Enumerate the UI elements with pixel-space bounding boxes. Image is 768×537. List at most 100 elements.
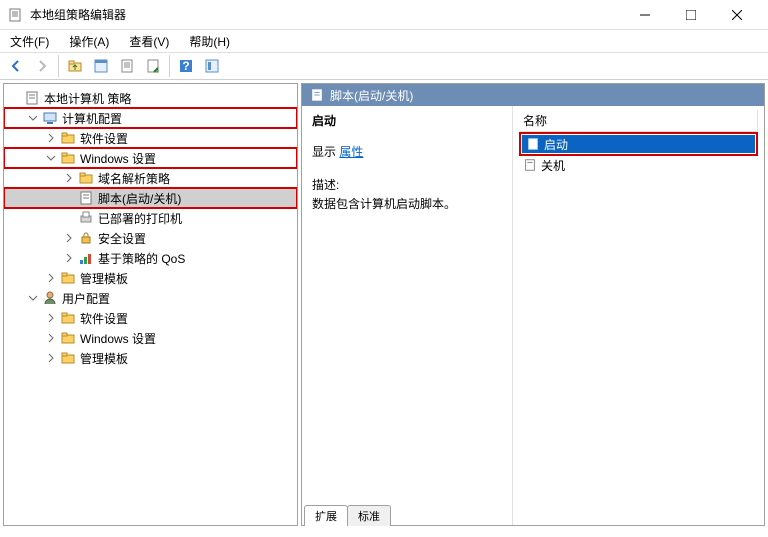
expander-icon: [62, 191, 76, 205]
tree-label: 计算机配置: [62, 110, 122, 127]
details-left-pane: 启动 显示 属性 描述: 数据包含计算机启动脚本。: [302, 106, 512, 525]
column-name[interactable]: 名称: [519, 110, 758, 131]
up-one-level-button[interactable]: [63, 54, 87, 78]
expander-closed-icon[interactable]: [62, 171, 76, 185]
close-button[interactable]: [714, 0, 760, 30]
properties-button[interactable]: [115, 54, 139, 78]
forward-button[interactable]: [30, 54, 54, 78]
filter-button[interactable]: [200, 54, 224, 78]
expander-icon: [62, 211, 76, 225]
expander-closed-icon[interactable]: [44, 311, 58, 325]
tree-root[interactable]: 本地计算机 策略: [4, 88, 297, 108]
folder-icon: [60, 330, 76, 346]
show-hide-tree-button[interactable]: [89, 54, 113, 78]
svg-text:?: ?: [182, 59, 189, 73]
app-icon: [8, 7, 24, 23]
menu-help[interactable]: 帮助(H): [185, 31, 234, 52]
toolbar-separator: [58, 55, 59, 77]
tree-label: Windows 设置: [80, 150, 156, 167]
folder-icon: [60, 310, 76, 326]
expander-closed-icon[interactable]: [44, 351, 58, 365]
expander-icon[interactable]: [8, 91, 22, 105]
tree-label: 安全设置: [98, 230, 146, 247]
tree-admin-templates-user[interactable]: 管理模板: [4, 348, 297, 368]
expander-closed-icon[interactable]: [44, 271, 58, 285]
window-controls: [622, 0, 760, 30]
highlight-box: 启动: [519, 132, 758, 156]
tree-label: 已部署的打印机: [98, 210, 182, 227]
tree-software-settings-user[interactable]: 软件设置: [4, 308, 297, 328]
tree-user-config[interactable]: 用户配置: [4, 288, 297, 308]
menu-view[interactable]: 查看(V): [125, 31, 173, 52]
tree-software-settings[interactable]: 软件设置: [4, 128, 297, 148]
tree-dns-policy[interactable]: 域名解析策略: [4, 168, 297, 188]
folder-icon: [60, 270, 76, 286]
tree-windows-settings[interactable]: Windows 设置: [4, 148, 297, 168]
list-row-shutdown[interactable]: 关机: [519, 156, 758, 174]
list-row-startup[interactable]: 启动: [522, 135, 755, 153]
script-icon: [78, 190, 94, 206]
toolbar: ?: [0, 52, 768, 80]
tree-admin-templates[interactable]: 管理模板: [4, 268, 297, 288]
expander-open-icon[interactable]: [26, 111, 40, 125]
tree-label: Windows 设置: [80, 330, 156, 347]
tree-panel[interactable]: 本地计算机 策略 计算机配置 软件设置 Windows 设置: [3, 83, 298, 526]
title-bar: 本地组策略编辑器: [0, 0, 768, 30]
details-list[interactable]: 名称 启动 关机: [512, 106, 764, 525]
tree-label: 管理模板: [80, 350, 128, 367]
minimize-button[interactable]: [622, 0, 668, 30]
maximize-button[interactable]: [668, 0, 714, 30]
show-label: 显示: [312, 145, 336, 159]
tree-deployed-printers[interactable]: 已部署的打印机: [4, 208, 297, 228]
expander-closed-icon[interactable]: [44, 331, 58, 345]
menu-file[interactable]: 文件(F): [6, 31, 53, 52]
tree-windows-settings-user[interactable]: Windows 设置: [4, 328, 297, 348]
folder-icon: [60, 130, 76, 146]
details-header-title: 脚本(启动/关机): [330, 87, 413, 104]
lock-icon: [78, 230, 94, 246]
details-header: 脚本(启动/关机): [302, 84, 764, 106]
tab-extended[interactable]: 扩展: [304, 505, 348, 526]
folder-icon: [60, 150, 76, 166]
list-row-label: 关机: [541, 157, 565, 174]
script-icon: [526, 137, 540, 151]
list-row-label: 启动: [544, 136, 568, 153]
folder-icon: [78, 170, 94, 186]
tree-security-settings[interactable]: 安全设置: [4, 228, 297, 248]
tree-label: 软件设置: [80, 310, 128, 327]
tabs-bottom: 扩展 标准: [304, 505, 390, 526]
expander-closed-icon[interactable]: [44, 131, 58, 145]
expander-closed-icon[interactable]: [62, 251, 76, 265]
tree-label: 域名解析策略: [98, 170, 170, 187]
policy-icon: [24, 90, 40, 106]
tree-scripts[interactable]: 脚本(启动/关机): [4, 188, 297, 208]
details-panel: 脚本(启动/关机) 启动 显示 属性 描述: 数据包含计算机启动脚本。 名称: [301, 83, 765, 526]
description-text: 数据包含计算机启动脚本。: [312, 195, 502, 212]
folder-icon: [60, 350, 76, 366]
help-button[interactable]: ?: [174, 54, 198, 78]
expander-open-icon[interactable]: [44, 151, 58, 165]
toolbar-separator: [169, 55, 170, 77]
script-icon: [310, 88, 324, 102]
description-label: 描述:: [312, 176, 502, 193]
details-body: 启动 显示 属性 描述: 数据包含计算机启动脚本。 名称 启动: [302, 106, 764, 525]
tab-standard[interactable]: 标准: [347, 505, 391, 526]
expander-closed-icon[interactable]: [62, 231, 76, 245]
tree-label: 本地计算机 策略: [44, 90, 131, 107]
tree-label: 管理模板: [80, 270, 128, 287]
expander-open-icon[interactable]: [26, 291, 40, 305]
tree-label: 脚本(启动/关机): [98, 190, 181, 207]
list-header[interactable]: 名称: [519, 110, 758, 132]
window-title: 本地组策略编辑器: [30, 6, 622, 23]
content-area: 本地计算机 策略 计算机配置 软件设置 Windows 设置: [0, 80, 768, 529]
menu-action[interactable]: 操作(A): [65, 31, 113, 52]
tree-label: 用户配置: [62, 290, 110, 307]
computer-icon: [42, 110, 58, 126]
bars-icon: [78, 250, 94, 266]
export-list-button[interactable]: [141, 54, 165, 78]
details-heading: 启动: [312, 112, 502, 129]
tree-computer-config[interactable]: 计算机配置: [4, 108, 297, 128]
back-button[interactable]: [4, 54, 28, 78]
tree-qos[interactable]: 基于策略的 QoS: [4, 248, 297, 268]
properties-link[interactable]: 属性: [339, 145, 363, 159]
